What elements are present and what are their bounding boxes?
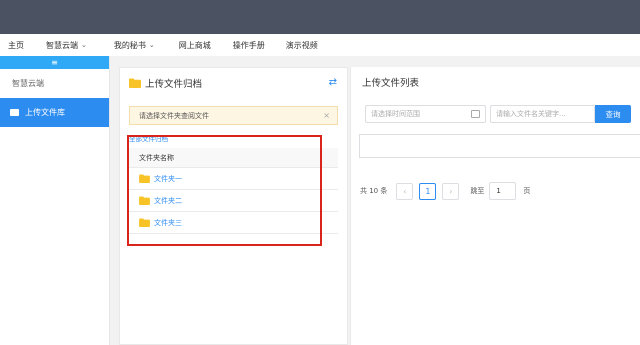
page-number: 1	[425, 186, 431, 196]
sidebar-group-title[interactable]: 智慧云端	[0, 69, 109, 98]
folder-icon	[129, 78, 141, 88]
sidebar-item-label: 上传文件库	[25, 108, 65, 117]
menu-item-my-secretary[interactable]: 我的秘书 ⌄	[114, 40, 155, 51]
chevron-down-icon: ⌄	[81, 41, 87, 49]
prev-page-button[interactable]: ‹	[396, 182, 414, 200]
menu-item-label: 操作手册	[232, 40, 265, 50]
menu-item-label: 主页	[8, 40, 24, 50]
jump-page-value: 1	[496, 187, 501, 195]
menu-icon: ≡	[51, 58, 58, 67]
sidebar-collapse-button[interactable]: ≡	[0, 56, 109, 69]
archive-panel-title: 上传文件归档	[129, 76, 202, 90]
panel-title-text: 上传文件列表	[362, 78, 420, 89]
sidebar: ≡ 智慧云端 上传文件库	[0, 56, 110, 345]
info-alert: 请选择文件夹查阅文件 ×	[129, 106, 338, 125]
calendar-icon	[471, 110, 480, 118]
next-page-button[interactable]: ›	[442, 182, 460, 200]
menu-item-online-store[interactable]: 网上商城	[179, 40, 211, 51]
keyword-placeholder: 请输入文件名关键字...	[496, 110, 566, 118]
query-button[interactable]: 查询	[595, 105, 631, 123]
page-unit-label: 页	[523, 187, 531, 195]
menu-item-manual[interactable]: 操作手册	[233, 40, 265, 51]
alert-text: 请选择文件夹查阅文件	[139, 111, 209, 120]
menu-item-demo-video[interactable]: 演示视频	[286, 40, 318, 51]
page-number-button[interactable]: 1	[419, 182, 437, 200]
top-header-bar	[0, 0, 640, 34]
menu-item-label: 智慧云端	[46, 40, 78, 50]
menu-item-home[interactable]: 主页	[8, 40, 24, 51]
highlight-annotation-box	[127, 135, 322, 246]
close-icon[interactable]: ×	[323, 111, 330, 120]
main-menu-bar: 主页 智慧云端 ⌄ 我的秘书 ⌄ 网上商城 操作手册 演示视频	[0, 34, 640, 56]
chevron-down-icon: ⌄	[148, 41, 155, 49]
menu-item-smart-cloud[interactable]: 智慧云端 ⌄	[46, 40, 87, 51]
panel-title-text: 上传文件归档	[145, 79, 203, 90]
file-list-panel-title: 上传文件列表	[362, 75, 419, 89]
file-list-panel: 上传文件列表 请选择时间范围 请输入文件名关键字... 查询 共 10 条 ‹ …	[350, 67, 640, 345]
date-range-placeholder: 请选择时间范围	[371, 110, 420, 118]
pagination: 共 10 条 ‹ 1 › 跳至 1 页	[360, 182, 530, 200]
jump-label: 跳至	[470, 187, 485, 195]
total-count: 共 10 条	[360, 187, 388, 195]
query-button-label: 查询	[605, 109, 621, 119]
menu-item-label: 网上商城	[178, 40, 211, 50]
chevron-right-icon: ›	[449, 186, 453, 196]
sidebar-item-upload-library[interactable]: 上传文件库	[0, 98, 109, 127]
folder-icon	[10, 109, 19, 116]
date-range-input[interactable]: 请选择时间范围	[365, 105, 486, 123]
menu-item-label: 我的秘书	[113, 40, 146, 50]
menu-item-label: 演示视频	[285, 40, 318, 50]
keyword-search-input[interactable]: 请输入文件名关键字...	[490, 105, 595, 123]
sidebar-group-label: 智慧云端	[12, 79, 44, 88]
file-list-table	[359, 134, 640, 158]
chevron-left-icon: ‹	[403, 186, 407, 196]
swap-icon[interactable]: ⇄	[329, 77, 337, 88]
jump-page-input[interactable]: 1	[489, 182, 517, 200]
